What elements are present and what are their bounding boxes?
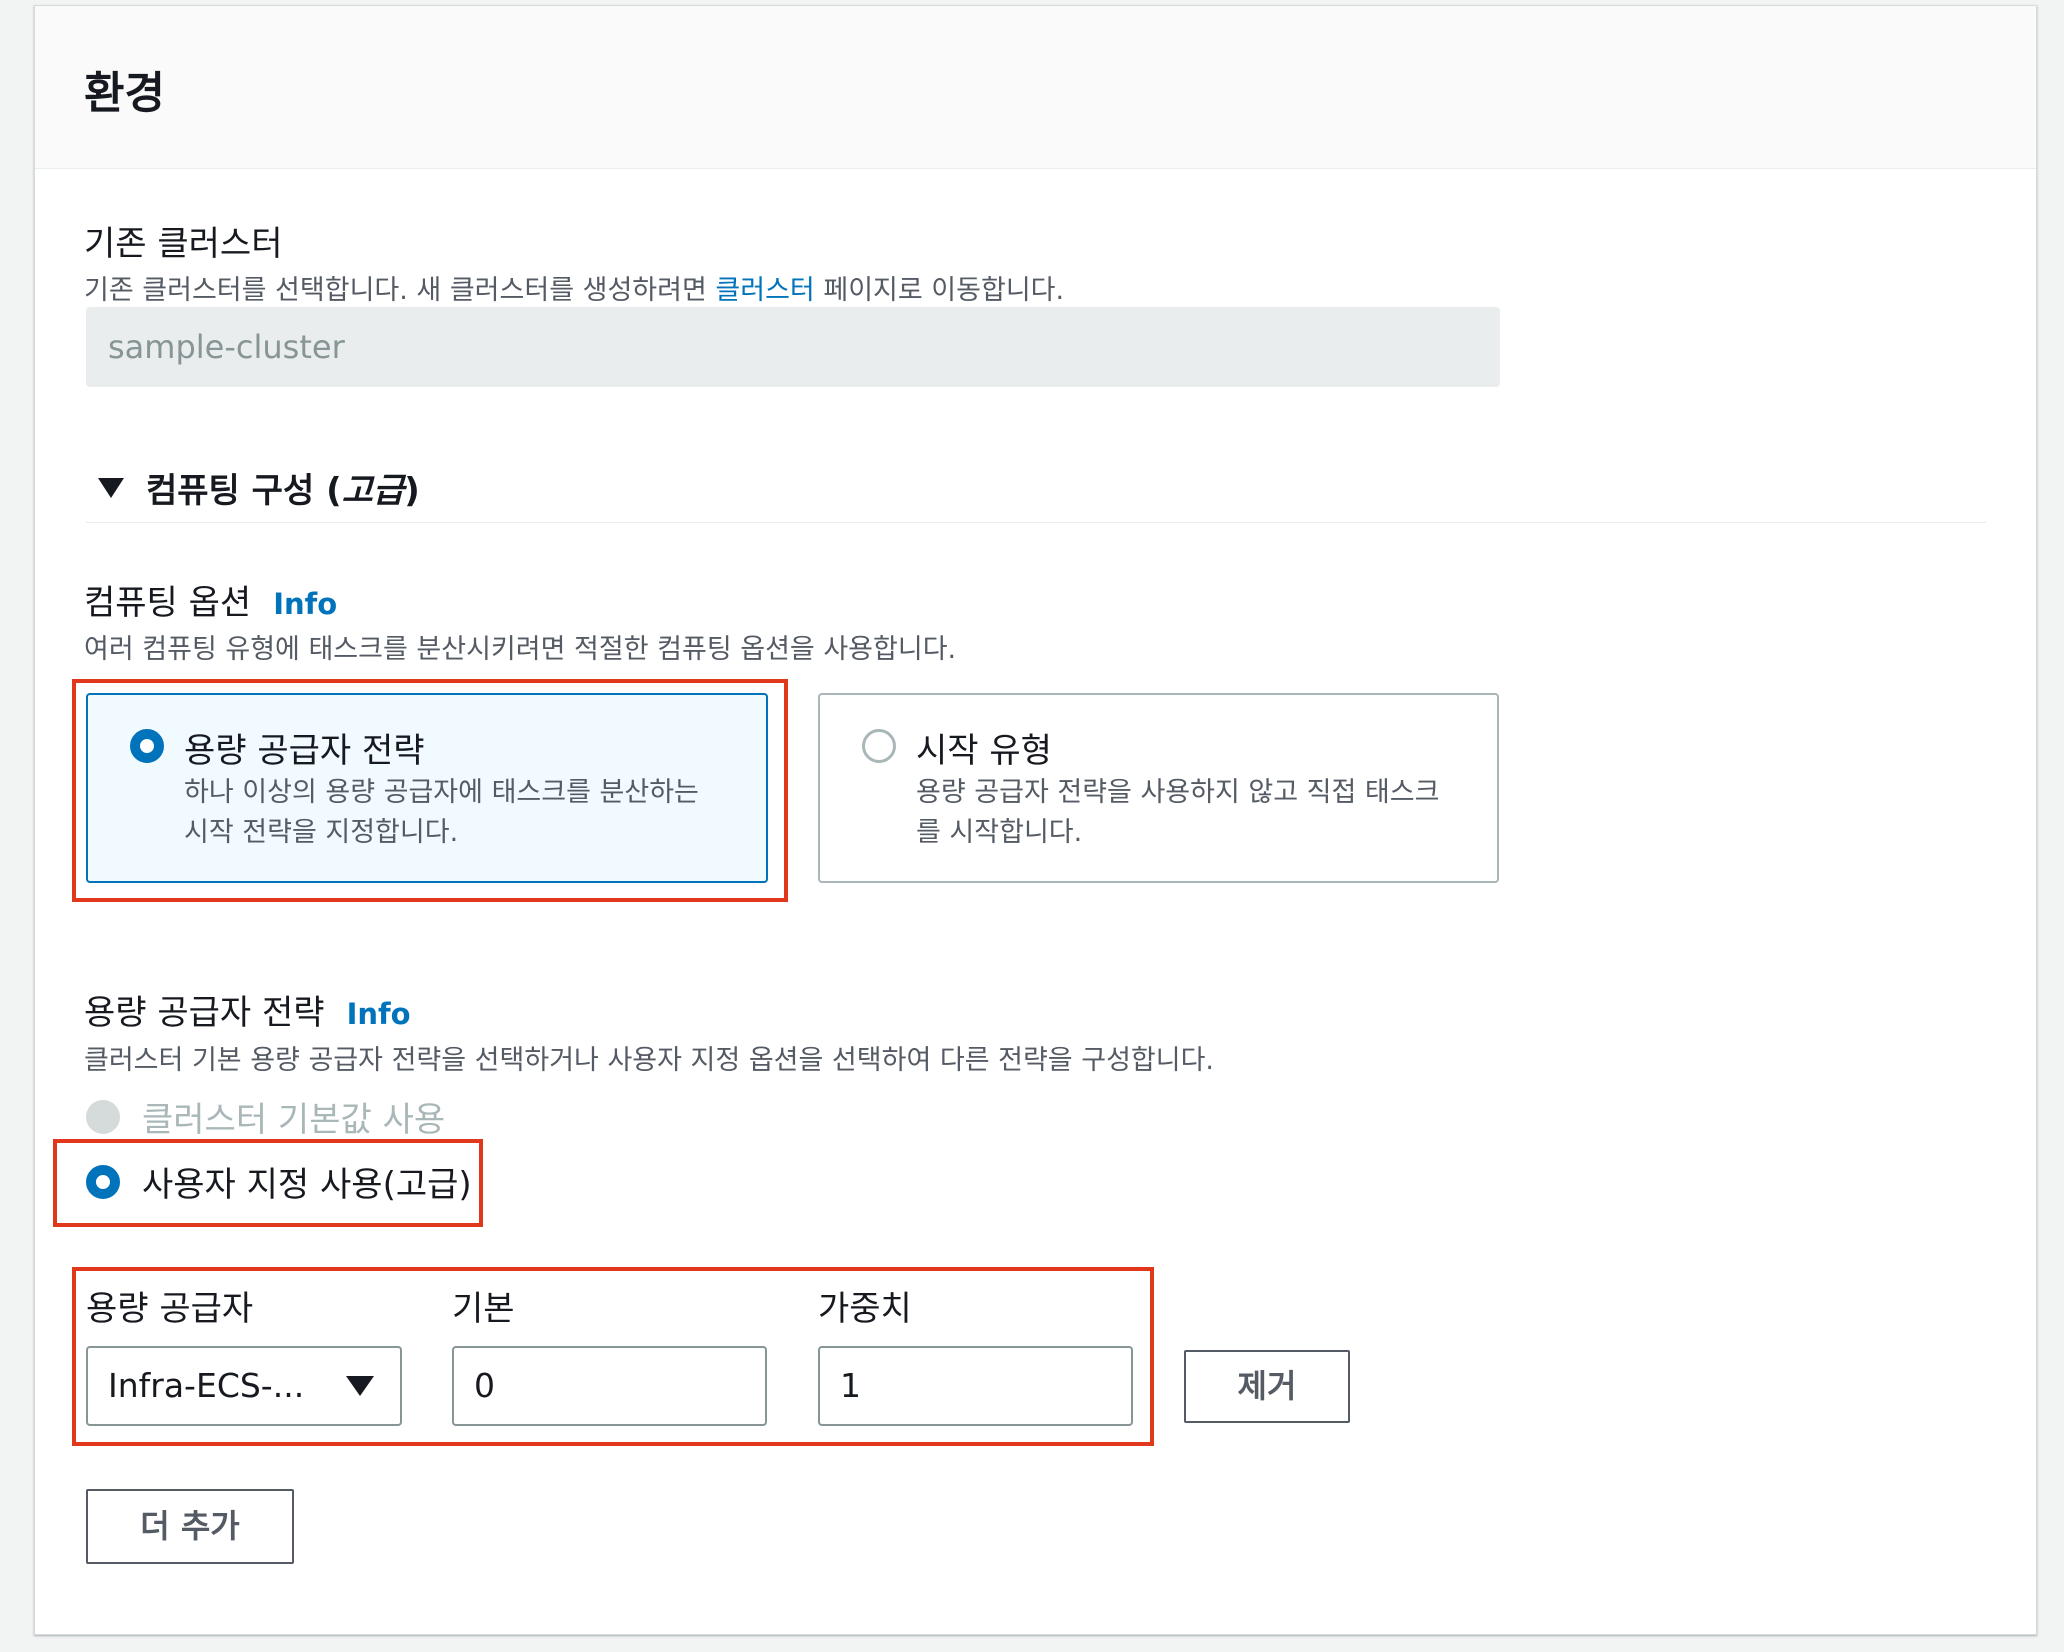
cluster-page-link[interactable]: 클러스터 [715, 275, 814, 306]
capacity-provider-value: Infra-ECS-... [108, 1366, 305, 1405]
tile-title: 시작 유형 [916, 731, 1052, 771]
strategy-description: 클러스터 기본 용량 공급자 전략을 선택하거나 사용자 지정 옵션을 선택하여… [84, 1045, 1215, 1076]
radio-custom-advanced[interactable]: 사용자 지정 사용(고급) [86, 1157, 472, 1206]
tile-description: 용량 공급자 전략을 사용하지 않고 직접 태스크 를 시작합니다. [916, 777, 1440, 848]
radio-cluster-default: 클러스터 기본값 사용 [86, 1092, 445, 1141]
cluster-label: 기존 클러스터 [84, 224, 283, 264]
strategy-label: 용량 공급자 전략 [84, 993, 325, 1033]
weight-input[interactable]: 1 [818, 1346, 1133, 1426]
caret-down-icon [346, 1376, 374, 1396]
compute-options-info-link[interactable]: Info [273, 587, 337, 621]
capacity-provider-select[interactable]: Infra-ECS-... [86, 1346, 402, 1426]
radio-unchecked-icon [862, 729, 896, 763]
remove-button[interactable]: 제거 [1184, 1350, 1350, 1423]
compute-options-description: 여러 컴퓨팅 유형에 태스크를 분산시키려면 적절한 컴퓨팅 옵션을 사용합니다… [84, 634, 957, 665]
radio-checked-icon [130, 729, 164, 763]
tile-description: 하나 이상의 용량 공급자에 태스크를 분산하는 시작 전략을 지정합니다. [184, 777, 699, 848]
section-divider [86, 522, 1986, 523]
base-column-label: 기본 [452, 1289, 515, 1329]
add-more-button[interactable]: 더 추가 [86, 1489, 294, 1564]
tile-launch-type[interactable]: 시작 유형 용량 공급자 전략을 사용하지 않고 직접 태스크 를 시작합니다. [818, 693, 1499, 883]
radio-checked-icon [86, 1164, 120, 1199]
compute-options-header: 컴퓨팅 옵션 Info [84, 575, 337, 624]
base-input[interactable]: 0 [452, 1346, 767, 1426]
tile-title: 용량 공급자 전략 [184, 731, 425, 771]
cluster-input: sample-cluster [86, 307, 1500, 387]
caret-down-icon [98, 477, 124, 498]
cluster-description: 기존 클러스터를 선택합니다. 새 클러스터를 생성하려면 클러스터 페이지로 … [84, 268, 1064, 307]
compute-options-label: 컴퓨팅 옵션 [84, 583, 252, 623]
radio-cluster-default-label: 클러스터 기본값 사용 [142, 1100, 446, 1140]
provider-column-label: 용량 공급자 [86, 1289, 254, 1329]
compute-config-expander[interactable]: 컴퓨팅 구성 (고급) [98, 463, 420, 512]
weight-column-label: 가중치 [818, 1289, 912, 1329]
expander-label: 컴퓨팅 구성 (고급) [146, 471, 420, 511]
radio-disabled-icon [86, 1099, 120, 1134]
tile-capacity-provider-strategy[interactable]: 용량 공급자 전략 하나 이상의 용량 공급자에 태스크를 분산하는 시작 전략… [86, 693, 768, 883]
panel-title: 환경 [84, 68, 165, 119]
radio-custom-label: 사용자 지정 사용(고급) [142, 1165, 472, 1205]
strategy-info-link[interactable]: Info [347, 997, 411, 1031]
cluster-desc-text: 기존 클러스터를 선택합니다. 새 클러스터를 생성하려면 [84, 275, 716, 306]
cluster-desc-text-end: 페이지로 이동합니다. [814, 275, 1065, 306]
strategy-header: 용량 공급자 전략 Info [84, 985, 411, 1034]
panel-header [35, 6, 2036, 169]
